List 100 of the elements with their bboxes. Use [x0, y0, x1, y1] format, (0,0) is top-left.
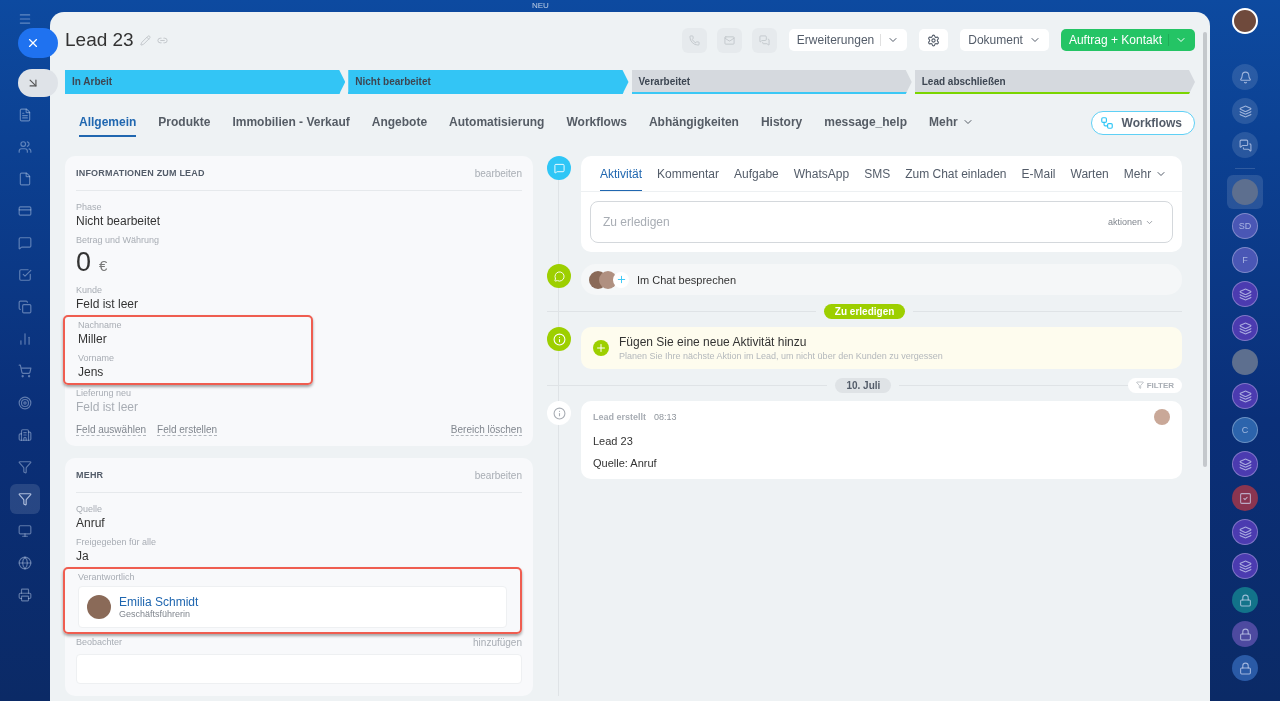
event-time: 08:13 — [654, 412, 677, 422]
composer-tab[interactable]: E-Mail — [1021, 156, 1056, 191]
field-label: Lieferung neu — [76, 388, 133, 398]
minimize-button[interactable] — [18, 69, 58, 97]
info-icon — [547, 401, 571, 425]
card-title: INFORMATIONEN ZUM LEAD — [76, 168, 205, 178]
tab[interactable]: Produkte — [158, 109, 211, 137]
person-role: Geschäftsführerin — [119, 609, 192, 619]
card-title: MEHR — [76, 470, 104, 480]
field-label: Vorname — [78, 353, 116, 363]
task-icon[interactable] — [1232, 485, 1258, 511]
lock-icon[interactable] — [1232, 587, 1258, 613]
layers-icon[interactable] — [1232, 451, 1258, 477]
event-text: Lead 23 — [593, 435, 634, 447]
field-value: Jens — [78, 365, 105, 379]
chat-bubble-icon — [547, 264, 571, 288]
menu-icon[interactable] — [18, 12, 32, 26]
settings-icon — [927, 33, 941, 47]
info-icon — [547, 327, 571, 351]
nav-icon[interactable] — [10, 484, 40, 514]
lock-icon[interactable] — [1232, 621, 1258, 647]
chat-row-label: Im Chat besprechen — [637, 273, 737, 286]
field-label: Verantwortlich — [78, 572, 136, 582]
event-title: Lead erstellt — [593, 412, 647, 422]
contact-initials[interactable]: F — [1232, 247, 1258, 273]
footer-link[interactable]: Feld erstellen — [157, 424, 218, 436]
layers-icon[interactable] — [1232, 553, 1258, 579]
close-button[interactable] — [18, 28, 58, 58]
field-label: Kunde — [76, 285, 104, 295]
tab[interactable]: Automatisierung — [449, 109, 545, 137]
section-badge: Zu erledigen — [823, 303, 906, 319]
suggestion-title: Fügen Sie eine neue Aktivität hinzu — [619, 335, 808, 349]
tab[interactable]: Abhängigkeiten — [648, 109, 739, 137]
workflows-button[interactable]: Workflows — [1090, 111, 1195, 135]
workflow-icon — [1099, 116, 1114, 130]
document-button[interactable]: Dokument — [960, 29, 1049, 51]
contact-initials[interactable]: SD — [1232, 213, 1258, 239]
amount-value: 0 — [76, 247, 92, 278]
composer-tab[interactable]: Kommentar — [657, 156, 720, 191]
person-name-link[interactable]: Emilia Schmidt — [119, 595, 199, 609]
chat-discuss-row[interactable]: Im Chat besprechen — [581, 264, 1183, 295]
clear-section-link[interactable]: Bereich löschen — [450, 424, 522, 436]
tab[interactable]: Immobilien - Verkauf — [232, 109, 350, 137]
stage-step[interactable]: In Arbeit — [65, 70, 346, 94]
layers-icon[interactable] — [1232, 383, 1258, 409]
composer-tab[interactable]: Aktivität — [600, 156, 642, 191]
field-label: Nachname — [78, 320, 123, 330]
lock-icon[interactable] — [1232, 655, 1258, 681]
close-icon — [26, 36, 40, 50]
extensions-button[interactable]: Erweiterungen — [788, 29, 908, 51]
suggestion-subtitle: Planen Sie Ihre nächste Aktion im Lead, um nicht über den Kunden zu vergessen — [619, 351, 943, 361]
composer-tab[interactable]: Zum Chat einladen — [905, 156, 1007, 191]
avatar[interactable] — [1232, 8, 1258, 34]
field-label: Freigegeben für alle — [76, 537, 158, 547]
layers-icon[interactable] — [1232, 281, 1258, 307]
chat-icon[interactable] — [1232, 132, 1258, 158]
avatar — [1154, 409, 1171, 425]
field-value: Miller — [78, 332, 108, 346]
suggestion-card[interactable]: Fügen Sie eine neue Aktivität hinzu Planen Sie Ihre nächste Aktion im Lead, um nicht über den Kunden zu vergessen — [581, 327, 1183, 369]
plus-icon — [593, 340, 609, 356]
lead-title: Lead 23 — [65, 29, 134, 51]
field-value: Feld ist leer — [76, 400, 140, 414]
tab[interactable]: Workflows — [566, 109, 627, 137]
settings-button[interactable] — [919, 29, 949, 51]
contact-initials[interactable]: C — [1232, 417, 1258, 443]
chat-bubble-icon — [547, 156, 571, 180]
footer-link[interactable]: Feld auswählen — [76, 424, 147, 436]
stage-step[interactable]: Verarbeitet — [631, 70, 912, 94]
tab[interactable]: Allgemein — [79, 109, 137, 137]
bell-icon[interactable] — [1232, 64, 1258, 90]
field-label: Quelle — [76, 504, 103, 514]
new-label: NEU — [532, 1, 549, 10]
currency-symbol: € — [99, 257, 108, 274]
field-value: Nicht bearbeitet — [76, 214, 162, 228]
stage-step[interactable]: Lead abschließen — [914, 70, 1195, 94]
tab[interactable]: Angebote — [371, 109, 428, 137]
date-badge: 10. Juli — [835, 377, 892, 393]
plus-icon[interactable] — [613, 271, 629, 288]
field-value: Anruf — [76, 516, 106, 530]
composer-tab[interactable]: Mehr — [1123, 156, 1168, 191]
event-text: Quelle: Anruf — [593, 457, 658, 469]
layers-icon[interactable] — [1232, 315, 1258, 341]
field-value: Feld ist leer — [76, 297, 140, 311]
stage-step[interactable]: Nicht bearbeitet — [348, 70, 629, 94]
person-card[interactable]: Emilia Schmidt Geschäftsführerin — [78, 586, 507, 628]
tab[interactable]: History — [760, 109, 803, 137]
composer-tab[interactable]: Warten — [1070, 156, 1109, 191]
composer-tab[interactable]: Aufgabe — [734, 156, 779, 191]
filter-icon — [1135, 381, 1144, 389]
actions-dropdown[interactable]: aktionen — [1102, 216, 1161, 228]
composer-tab[interactable]: SMS — [864, 156, 891, 191]
avatar — [87, 595, 111, 619]
composer-tab[interactable]: WhatsApp — [793, 156, 850, 191]
field-label: Phase — [76, 202, 103, 212]
tab[interactable]: message_help — [824, 109, 907, 137]
layers-icon[interactable] — [1232, 519, 1258, 545]
tab[interactable]: Mehr — [928, 109, 974, 137]
field-label: Betrag und Währung — [76, 235, 161, 245]
field-label: Beobachter — [76, 637, 123, 648]
todo-input[interactable]: Zu erledigen aktionen — [590, 201, 1174, 243]
